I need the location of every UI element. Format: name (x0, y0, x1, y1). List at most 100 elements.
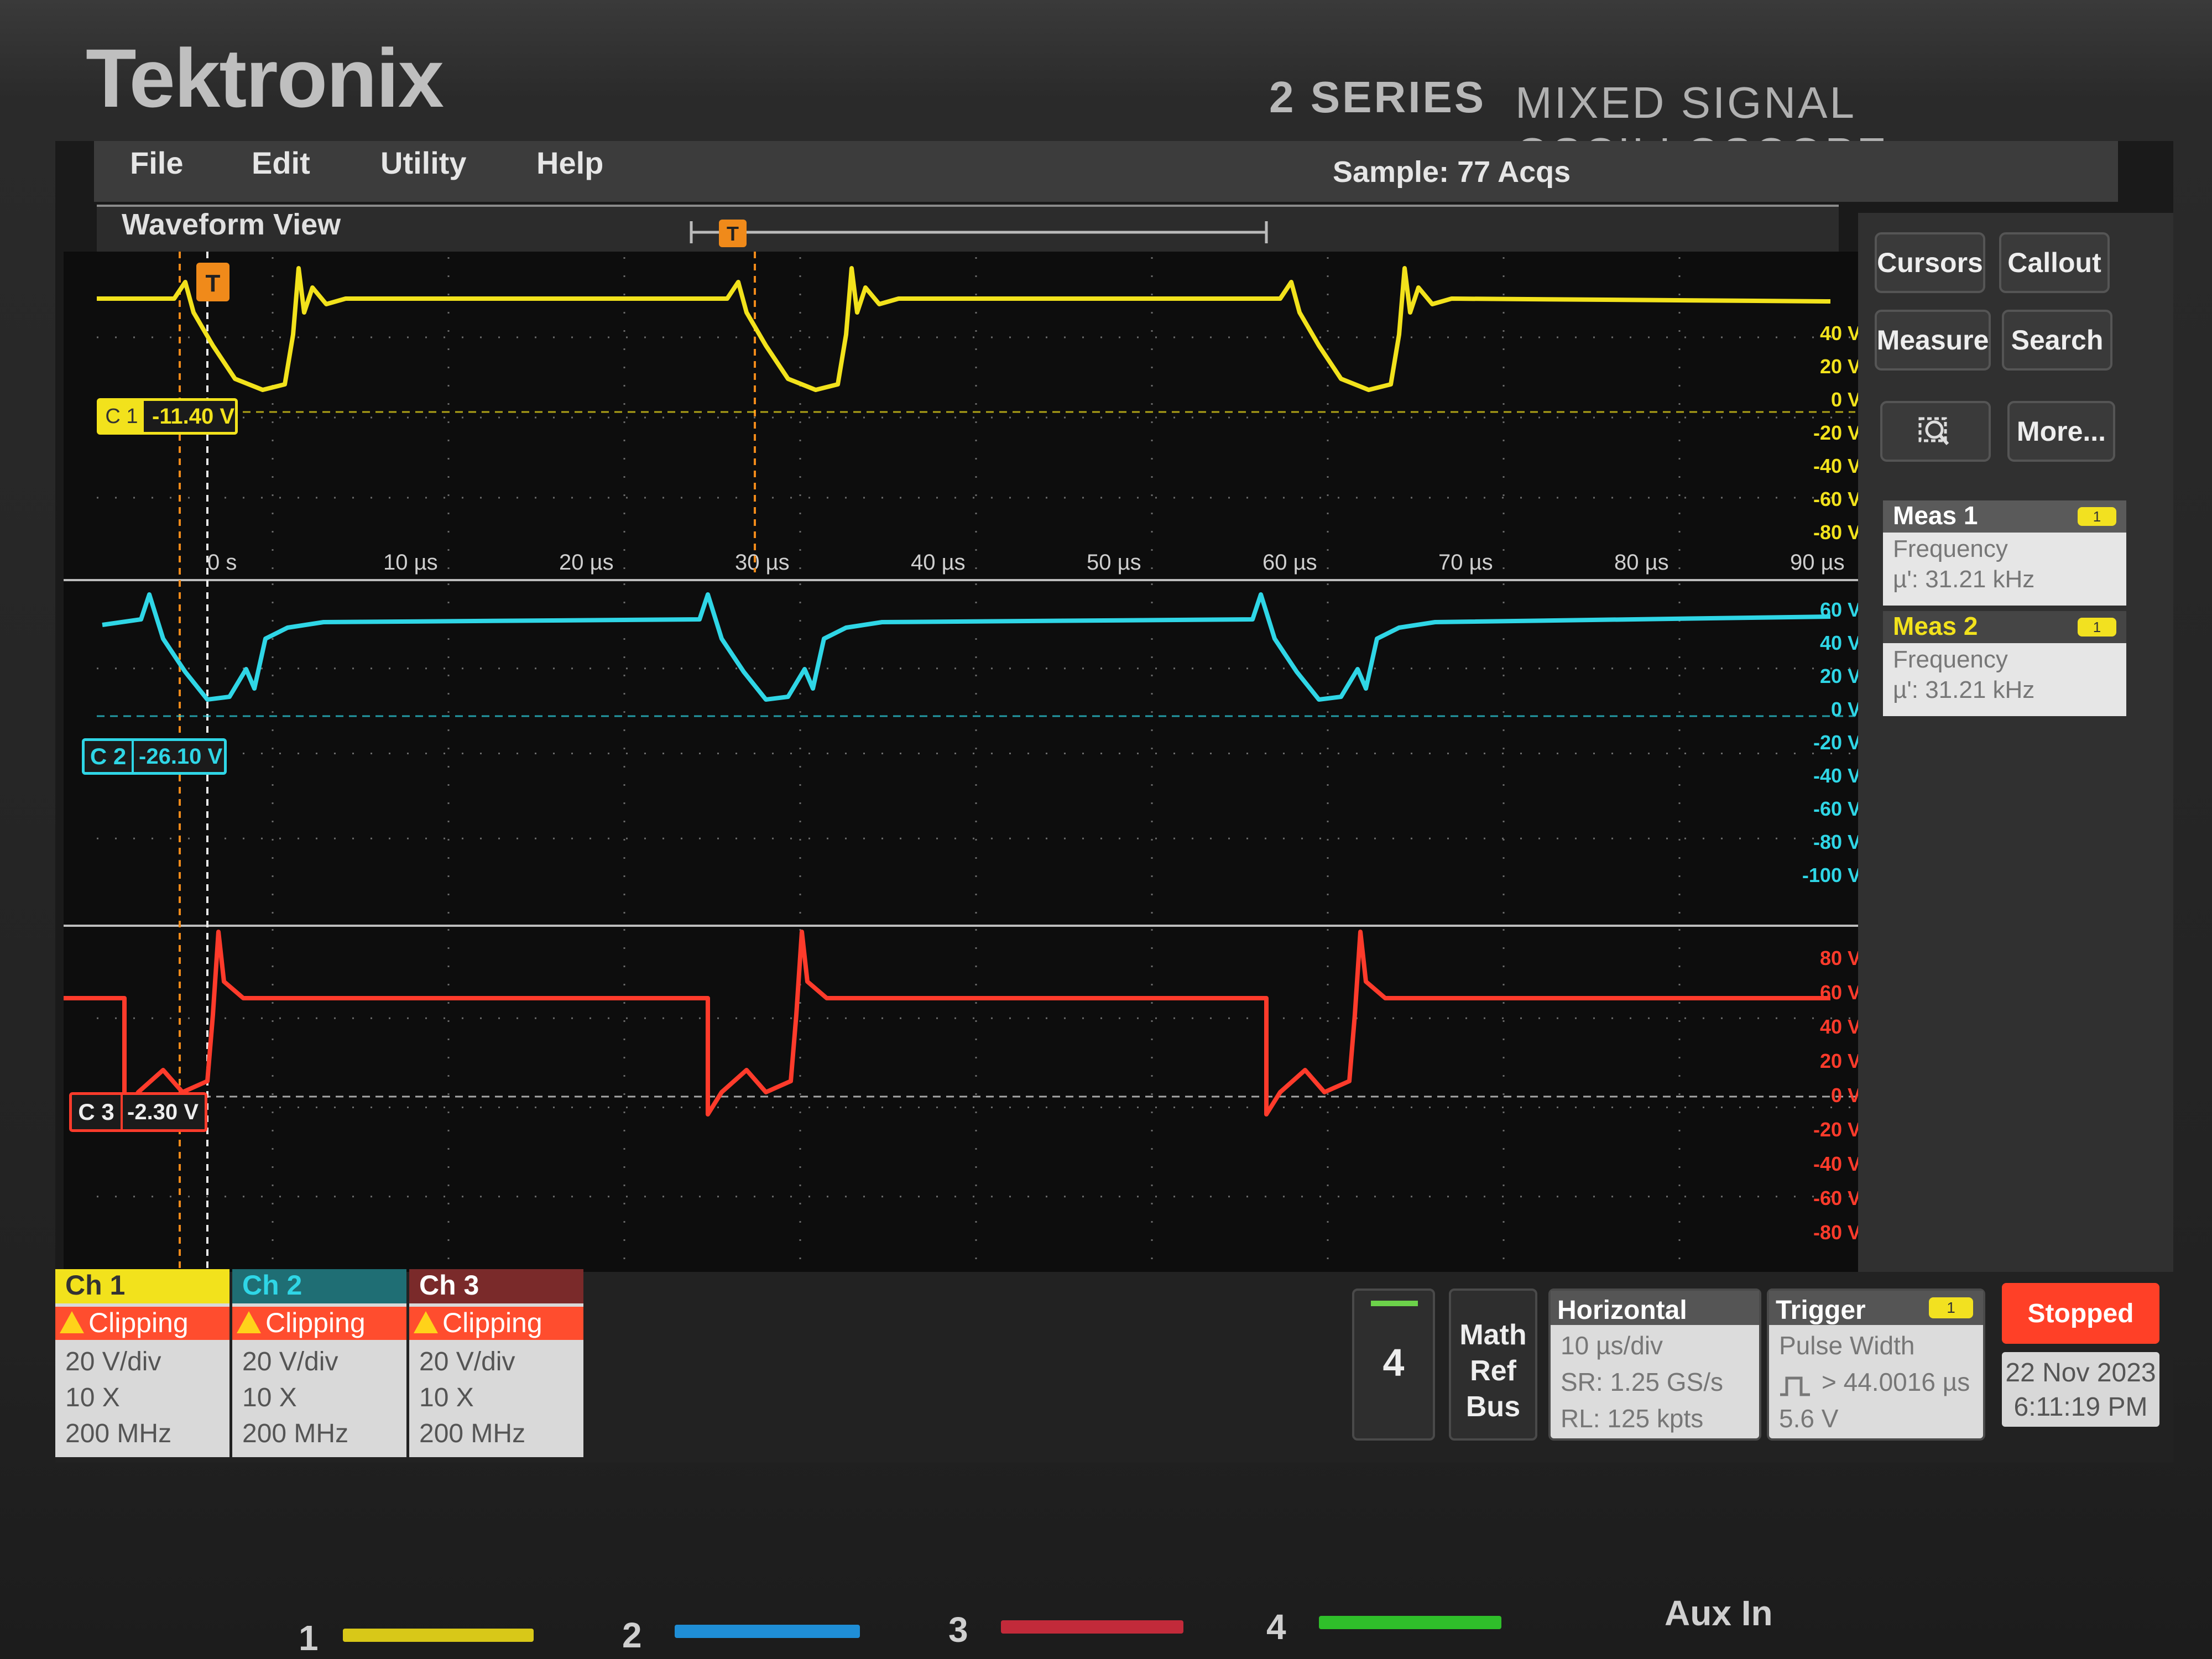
channel-2-key[interactable] (675, 1625, 860, 1638)
channel-1-key[interactable] (343, 1629, 534, 1642)
trigger-position-label: T (206, 270, 221, 297)
warning-icon (414, 1311, 438, 1333)
warning-icon (60, 1311, 84, 1333)
ch2-scale-label: 0 V (1831, 698, 1861, 721)
time-tick-label: 0 s (207, 550, 237, 575)
ch3-offset-value: -2.30 V (127, 1100, 199, 1124)
trigger-level: 5.6 V (1779, 1404, 1839, 1433)
time-label: 6:11:19 PM (2013, 1392, 2148, 1422)
search-button[interactable]: Search (2002, 310, 2112, 371)
trigger-badge[interactable]: Trigger 1 Pulse Width > 44.0016 µs 5.6 V (1767, 1288, 1985, 1441)
time-tick-label: 20 µs (559, 550, 614, 575)
meas1-value: µ': 31.21 kHz (1893, 566, 2035, 593)
menu-help[interactable]: Help (536, 145, 603, 181)
trigger-source-badge: 1 (1929, 1297, 1973, 1318)
aux-in-label: Aux In (1665, 1593, 1773, 1633)
ch2-offset-value: -26.10 V (139, 744, 223, 769)
ch3-scale-label: 20 V (1820, 1050, 1861, 1072)
date-label: 22 Nov 2023 (2005, 1358, 2156, 1387)
ch3-vdiv: 20 V/div (419, 1347, 515, 1376)
ch3-probe: 10 X (419, 1383, 474, 1412)
ch4-add-button[interactable]: 4 (1352, 1288, 1435, 1441)
ch3-clipping-warning: Clipping (409, 1307, 583, 1340)
time-tick-label: 60 µs (1262, 550, 1317, 575)
meas1-source-badge: 1 (2078, 507, 2116, 526)
ch2-scale-label: 20 V (1820, 665, 1861, 687)
meas2-badge[interactable]: Meas 2 1 Frequency µ': 31.21 kHz (1883, 611, 2126, 716)
bus-label: Bus (1465, 1391, 1521, 1423)
more-button[interactable]: More... (2007, 401, 2115, 462)
ch3-offset-tag[interactable]: C 3 -2.30 V (69, 1092, 207, 1132)
ch1-bandwidth: 200 MHz (65, 1419, 172, 1448)
key-3-label: 3 (948, 1610, 968, 1650)
horizontal-title: Horizontal (1557, 1296, 1687, 1325)
run-stop-status-button[interactable]: Stopped (2002, 1283, 2159, 1344)
ch1-clipping-warning: Clipping (55, 1307, 229, 1340)
ch1-scale-label: 40 V (1820, 322, 1861, 345)
ch2-scale-label: 40 V (1820, 632, 1861, 654)
ch1-name: Ch 1 (55, 1269, 229, 1303)
ch2-scale-label: -40 V (1813, 764, 1861, 787)
ch3-scale-label: -60 V (1813, 1187, 1861, 1209)
ch1-offset-tag[interactable]: C 1 -11.40 V (97, 398, 238, 435)
ch3-name: Ch 3 (409, 1269, 583, 1303)
time-tick-label: 10 µs (383, 550, 438, 575)
ch1-badge[interactable]: Ch 1 Clipping 20 V/div 10 X 200 MHz (55, 1269, 229, 1457)
ch3-tag-label: C 3 (72, 1095, 123, 1129)
record-view-bar[interactable]: T (686, 213, 1272, 252)
ch2-scale-label: -20 V (1813, 731, 1861, 754)
horizontal-scale: 10 µs/div (1561, 1331, 1663, 1360)
ch2-bandwidth: 200 MHz (242, 1419, 349, 1448)
ch2-name: Ch 2 (232, 1269, 406, 1303)
ch3-scale-label: 80 V (1820, 947, 1861, 969)
date-time-display[interactable]: 22 Nov 2023 6:11:19 PM (2002, 1352, 2159, 1427)
math-ref-bus-button[interactable]: Math Ref Bus (1449, 1288, 1537, 1441)
ch3-scale-label: -20 V (1813, 1118, 1861, 1141)
time-tick-label: 30 µs (735, 550, 790, 575)
meas2-value: µ': 31.21 kHz (1893, 676, 2035, 703)
measure-button[interactable]: Measure (1875, 310, 1991, 371)
ch1-vdiv: 20 V/div (65, 1347, 161, 1376)
ch1-scale-label: -40 V (1813, 455, 1861, 477)
waveform-graticule[interactable]: 0 s 10 µs 20 µs 30 µs 40 µs 50 µs 60 µs 70 µs 80… (64, 252, 1866, 1291)
meas2-source-badge: 1 (2078, 618, 2116, 637)
time-tick-label: 50 µs (1087, 550, 1141, 575)
record-length: RL: 125 kpts (1561, 1404, 1704, 1433)
ref-label: Ref (1470, 1355, 1516, 1387)
menu-edit[interactable]: Edit (252, 145, 310, 181)
series-label: 2 SERIES (1269, 72, 1486, 122)
ch1-scale-label: 20 V (1820, 355, 1861, 378)
front-panel-keys: 1 2 3 4 Aux In (0, 1593, 2212, 1659)
key-4-label: 4 (1266, 1607, 1286, 1647)
time-tick-label: 40 µs (911, 550, 966, 575)
meas1-badge[interactable]: Meas 1 1 Frequency µ': 31.21 kHz (1883, 500, 2126, 606)
callout-button[interactable]: Callout (1999, 232, 2110, 293)
ch2-scale-label: -100 V (1802, 864, 1861, 886)
menu-file[interactable]: File (130, 145, 183, 181)
channel-4-key[interactable] (1319, 1616, 1501, 1629)
warning-icon (237, 1311, 261, 1333)
key-2-label: 2 (622, 1615, 642, 1655)
horizontal-badge[interactable]: Horizontal 10 µs/div SR: 1.25 GS/s RL: 1… (1548, 1288, 1761, 1441)
cursors-button[interactable]: Cursors (1875, 232, 1985, 293)
waveform-view-title: Waveform View (122, 208, 341, 241)
ch2-offset-tag[interactable]: C 2 -26.10 V (82, 738, 227, 775)
trigger-condition: > 44.0016 µs (1822, 1368, 1970, 1396)
trigger-title: Trigger (1776, 1296, 1866, 1325)
ch2-badge[interactable]: Ch 2 Clipping 20 V/div 10 X 200 MHz (232, 1269, 406, 1457)
ch3-badge[interactable]: Ch 3 Clipping 20 V/div 10 X 200 MHz (409, 1269, 583, 1457)
zoom-icon[interactable] (1880, 401, 1991, 462)
ch2-scale-label: -80 V (1813, 831, 1861, 853)
ch3-bandwidth: 200 MHz (419, 1419, 526, 1448)
menu-utility[interactable]: Utility (380, 145, 467, 181)
ch3-scale-label: 40 V (1820, 1015, 1861, 1038)
channel-3-key[interactable] (1001, 1620, 1183, 1634)
ch4-label: 4 (1383, 1341, 1405, 1384)
ch3-scale-label: -80 V (1813, 1221, 1861, 1244)
time-tick-label: 80 µs (1614, 550, 1669, 575)
time-tick-label: 90 µs (1790, 550, 1845, 575)
brand-logo: Tektronix (86, 32, 444, 124)
ch2-vdiv: 20 V/div (242, 1347, 338, 1376)
ch1-scale-label: -80 V (1813, 521, 1861, 544)
sample-rate: SR: 1.25 GS/s (1561, 1368, 1724, 1396)
